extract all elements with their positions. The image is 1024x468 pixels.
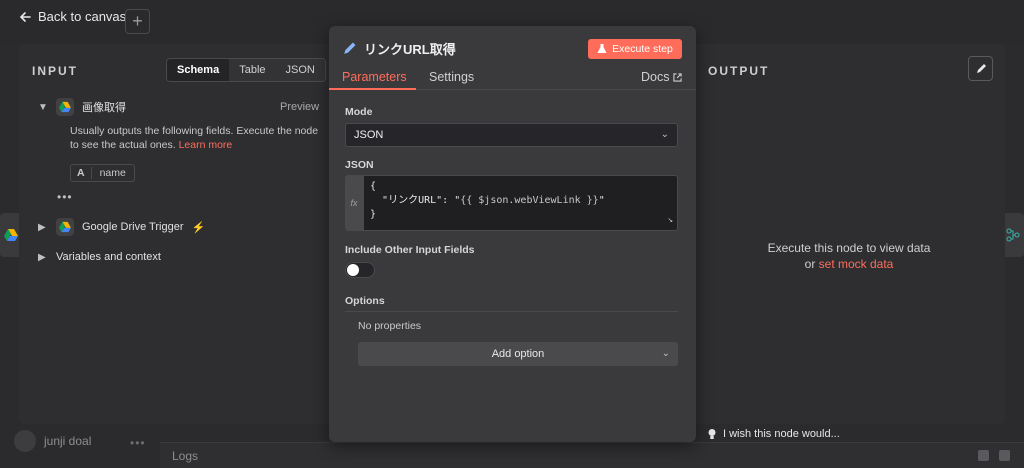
chevron-right-icon[interactable]: ▶	[38, 222, 48, 233]
tab-settings[interactable]: Settings	[429, 70, 474, 84]
input-title: INPUT	[32, 64, 78, 78]
json-label: JSON	[345, 159, 374, 171]
set-mock-data-link[interactable]: set mock data	[819, 257, 894, 271]
mode-value: JSON	[354, 129, 384, 141]
trigger-node-name: Google Drive Trigger	[82, 221, 184, 233]
flask-icon	[597, 44, 607, 53]
google-drive-icon	[56, 98, 74, 116]
chevron-right-icon[interactable]: ▶	[38, 252, 48, 263]
collapse-icon[interactable]	[999, 450, 1010, 461]
docs-label: Docs	[641, 70, 670, 84]
preview-label: Preview	[280, 101, 320, 113]
feedback-label: I wish this node would...	[723, 428, 840, 440]
resize-handle-icon[interactable]: ↘	[668, 213, 673, 227]
add-node-button[interactable]: +	[125, 9, 150, 34]
next-node-handle[interactable]	[1002, 213, 1024, 257]
toggle-knob	[347, 264, 359, 276]
feedback-link[interactable]: I wish this node would...	[707, 428, 840, 440]
avatar	[14, 430, 36, 452]
back-label: Back to canvas	[38, 9, 127, 24]
schema-info-text: Usually outputs the following fields. Ex…	[70, 124, 325, 152]
field-name: name	[99, 167, 126, 179]
node-title-text: リンクURL取得	[364, 42, 456, 57]
user-menu-icon[interactable]: •••	[130, 436, 146, 450]
popout-icon[interactable]	[978, 450, 989, 461]
more-fields-icon[interactable]: •••	[57, 190, 73, 204]
execute-step-label: Execute step	[612, 43, 673, 55]
trigger-node-row[interactable]: ▶ Google Drive Trigger ⚡	[38, 218, 205, 236]
chevron-down-icon[interactable]: ▼	[38, 102, 48, 113]
bolt-icon: ⚡	[191, 221, 206, 234]
mode-select[interactable]: JSON ⌄	[345, 123, 678, 147]
include-fields-toggle[interactable]	[345, 262, 375, 278]
output-title: OUTPUT	[708, 64, 770, 78]
google-drive-icon	[4, 229, 18, 241]
docs-link[interactable]: Docs	[641, 70, 683, 84]
mode-label: Mode	[345, 106, 373, 118]
lightbulb-icon	[708, 429, 716, 439]
json-code[interactable]: { "リンクURL": "{{ $json.webViewLink }}" } …	[363, 175, 678, 231]
branch-icon	[1006, 228, 1020, 242]
chevron-down-icon: ⌄	[661, 348, 670, 359]
external-link-icon	[673, 72, 683, 82]
json-expression: {{ $json.webViewLink }}	[460, 195, 599, 206]
view-tab-table[interactable]: Table	[229, 59, 276, 81]
json-quote: "	[598, 195, 605, 206]
back-to-canvas-link[interactable]: Back to canvas	[18, 9, 126, 24]
input-panel: INPUT Schema Table JSON ▼ 画像取得 Preview U…	[19, 44, 335, 424]
view-tab-json[interactable]: JSON	[275, 59, 325, 81]
user-name: junji doal	[44, 434, 92, 448]
output-msg-or: or	[804, 257, 816, 271]
output-panel: OUTPUT Execute this node to view data or…	[693, 44, 1005, 424]
input-node-name: 画像取得	[82, 102, 126, 114]
options-divider	[345, 311, 678, 312]
pencil-icon	[976, 63, 986, 73]
chevron-down-icon: ⌄	[660, 129, 669, 140]
json-editor[interactable]: fx { "リンクURL": "{{ $json.webViewLink }}"…	[345, 175, 678, 231]
node-parameters-panel: リンクURL取得 Execute step Parameters Setting…	[329, 26, 696, 442]
learn-more-link[interactable]: Learn more	[179, 139, 233, 151]
add-option-label: Add option	[491, 348, 545, 360]
edit-output-button[interactable]	[968, 56, 993, 81]
input-node-row[interactable]: ▼ 画像取得	[38, 98, 126, 116]
google-drive-icon	[56, 218, 74, 236]
arrow-left-icon	[19, 11, 31, 22]
active-tab-indicator	[329, 88, 416, 90]
node-title[interactable]: リンクURL取得	[342, 39, 456, 58]
include-fields-label: Include Other Input Fields	[345, 244, 475, 256]
user-profile[interactable]: junji doal	[14, 430, 91, 452]
json-key: "リンクURL": "	[382, 195, 461, 206]
json-line-3: }	[370, 209, 377, 220]
schema-field[interactable]: A name	[70, 164, 135, 182]
add-option-button[interactable]: Add option ⌄	[358, 342, 678, 366]
variables-row[interactable]: ▶ Variables and context	[38, 251, 161, 263]
string-type-icon: A	[71, 167, 92, 179]
output-msg-line1: Execute this node to view data	[767, 241, 931, 255]
output-empty-message: Execute this node to view data or set mo…	[693, 240, 1005, 272]
no-properties-text: No properties	[358, 320, 422, 332]
node-tabs: Parameters Settings Docs	[329, 66, 696, 90]
logs-bar[interactable]: Logs	[160, 442, 1024, 468]
expression-icon: fx	[345, 175, 363, 231]
view-tab-schema[interactable]: Schema	[167, 59, 230, 81]
execute-step-button[interactable]: Execute step	[588, 39, 682, 59]
logs-label: Logs	[172, 448, 199, 463]
pencil-icon	[344, 42, 356, 54]
variables-label: Variables and context	[56, 251, 161, 263]
tab-parameters[interactable]: Parameters	[342, 70, 407, 84]
json-line-1: {	[370, 181, 377, 192]
view-mode-switcher: Schema Table JSON	[166, 58, 326, 82]
options-label: Options	[345, 295, 385, 307]
